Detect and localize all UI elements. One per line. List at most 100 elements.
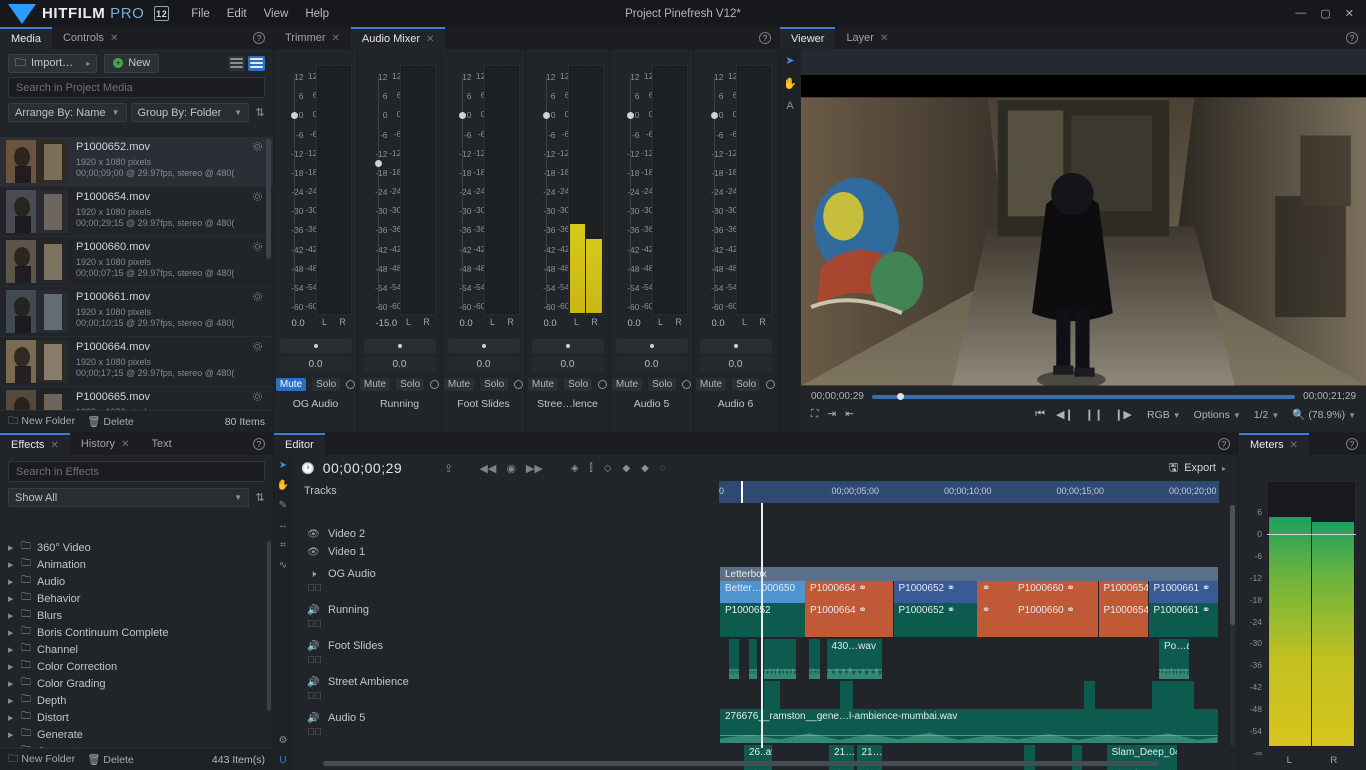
record-arm-icon[interactable] — [766, 380, 776, 389]
tab-controls[interactable]: Controls ✕ — [51, 27, 130, 49]
pause-icon[interactable]: ❙❙ — [1085, 408, 1103, 421]
effects-folder-row[interactable]: ▶ 🗀 Color Correction — [0, 658, 273, 675]
menu-view[interactable]: View — [264, 8, 289, 20]
scroll-thumb[interactable] — [1230, 505, 1235, 625]
timeline-clip[interactable]: P1000652 ⚭ — [893, 603, 977, 637]
timeline-ruler[interactable]: 0 00;00;05;00 00;00;10;00 00;00;15;00 00;00;… — [719, 481, 1219, 503]
tab-effects[interactable]: Effects ✕ — [0, 433, 70, 455]
rate-stretch-icon[interactable]: ∿ — [279, 560, 287, 571]
menu-file[interactable]: File — [191, 8, 210, 20]
pan-knob[interactable] — [481, 344, 486, 348]
channel-fader[interactable]: 12 6 0 -6 -12 -18 -24 -30 -36 -42 -48 -54 -60 — [280, 55, 306, 325]
fader-knob[interactable] — [626, 112, 634, 120]
channel-pan-value[interactable]: 0.0 — [699, 357, 772, 372]
mute-button[interactable]: Mute — [275, 378, 307, 391]
mark-in-icon[interactable]: ⇥ — [827, 408, 836, 421]
timeline-clip[interactable]: P1000664 ⚭ — [805, 603, 893, 637]
track-header[interactable]: 🔊 Foot Slides — [293, 637, 719, 655]
mute-button[interactable]: Mute — [527, 378, 559, 391]
timeline-clip[interactable]: P1000661 ⚭ — [1148, 603, 1218, 637]
channel-gain-value[interactable]: 0.0 — [460, 318, 473, 329]
tab-layer[interactable]: Layer ✕ — [835, 27, 900, 49]
keyframe-icon[interactable]: ◈ — [571, 463, 579, 474]
mark-out-icon[interactable]: ⇤ — [845, 408, 854, 421]
media-item[interactable]: P1000661.mov 1920 x 1080 pixels 00;00;10;1… — [0, 287, 273, 337]
tab-media[interactable]: Media — [0, 27, 52, 49]
arrange-by-select[interactable]: Arrange By: Name ▼ — [8, 103, 127, 122]
record-arm-icon[interactable] — [346, 380, 356, 389]
eye-icon[interactable]: 👁 — [307, 529, 320, 540]
fx-new-folder-button[interactable]: 🗀 New Folder — [8, 751, 75, 769]
fit-frame-icon[interactable]: ⛶ — [811, 408, 818, 421]
effects-folder-row[interactable]: ▶ 🗀 Depth — [0, 692, 273, 709]
timeline-clip[interactable]: P1000652 ⚭ — [893, 581, 977, 603]
list-view-button[interactable] — [228, 55, 245, 71]
new-folder-button[interactable]: 🗀 New Folder — [8, 413, 75, 431]
record-arm-icon[interactable] — [598, 380, 608, 389]
close-icon[interactable]: ✕ — [110, 33, 118, 44]
effects-folder-row[interactable]: ▶ 🗀 360° Video — [0, 539, 273, 556]
effects-folder-row[interactable]: ▶ 🗀 Boris Continuum Complete — [0, 624, 273, 641]
speaker-icon[interactable]: 🔊 — [307, 713, 319, 724]
gear-icon[interactable] — [252, 191, 263, 202]
timeline-track-lane[interactable]: P1000652 P1000664 ⚭ P1000652 ⚭ ⚭ P1000660 ⚭ P… — [719, 603, 1219, 637]
import-button[interactable]: 🗀 Import… ▸ — [8, 53, 98, 73]
chevron-right-icon[interactable]: ▶ — [8, 629, 15, 637]
go-start-icon[interactable]: ⏮ — [1035, 408, 1045, 421]
mixer-help[interactable]: ? — [759, 27, 779, 49]
gear-icon[interactable] — [252, 241, 263, 252]
fader-knob[interactable] — [710, 112, 718, 120]
record-icon[interactable]: ◉ — [506, 462, 516, 475]
effects-folder-row[interactable]: ▶ 🗀 Behavior — [0, 590, 273, 607]
media-item[interactable]: P1000664.mov 1920 x 1080 pixels 00;00;17;1… — [0, 337, 273, 387]
timeline-clip[interactable]: P1000664 ⚭ — [805, 581, 893, 603]
hand-tool-icon[interactable]: ✋ — [783, 77, 797, 90]
add-keyframe-icon[interactable]: ◇ — [604, 463, 612, 474]
chevron-right-icon[interactable]: ▶ — [8, 663, 15, 671]
timeline-clip[interactable]: P1000661 ⚭ — [1148, 581, 1218, 603]
track-keyframe-icon[interactable]: ⧫⃝ — [307, 583, 322, 594]
speaker-icon[interactable]: 🔊 — [307, 641, 319, 652]
new-button[interactable]: + New — [104, 53, 160, 73]
maximize-button[interactable]: ▢ — [1320, 7, 1330, 20]
mute-button[interactable]: Mute — [695, 378, 727, 391]
chevron-right-icon[interactable]: ▶ — [8, 561, 15, 569]
pan-knob[interactable] — [313, 344, 318, 348]
effects-folder-row[interactable]: ▶ 🗀 Color Grading — [0, 675, 273, 692]
media-list[interactable]: P1000652.mov 1920 x 1080 pixels 00;00;09;0… — [0, 137, 273, 410]
channel-pan-slider[interactable] — [279, 339, 352, 353]
track-header[interactable]: 👁 Video 2 — [293, 525, 719, 543]
close-icon[interactable]: ✕ — [332, 33, 340, 44]
channel-pan-value[interactable]: 0.0 — [615, 357, 688, 372]
timeline-track-lane[interactable]: Letterbox — [719, 567, 1219, 581]
step-back-icon[interactable]: ◀❙ — [1056, 408, 1074, 421]
track-header[interactable]: 🕨 OG Audio — [293, 565, 719, 583]
timeline-track-lane[interactable]: Better…000650 P1000664 ⚭ P1000652 ⚭ ⚭ P10006… — [719, 581, 1219, 603]
timeline-clip[interactable]: P1000654 ⚭ — [1098, 603, 1148, 637]
track-keyframe-icon[interactable]: ⧫⃝ — [307, 727, 322, 738]
mute-button[interactable]: Mute — [443, 378, 475, 391]
select-tool-icon[interactable]: ➤ — [785, 54, 794, 67]
close-icon[interactable]: ✕ — [121, 439, 129, 450]
timeline-clip[interactable]: P1000660 ⚭ — [1013, 603, 1098, 637]
slice-tool-icon[interactable]: ✎ — [279, 500, 287, 511]
zoom-select[interactable]: 🔍 (78.9%) ▼ — [1292, 408, 1356, 421]
fader-knob[interactable] — [374, 160, 382, 168]
record-arm-icon[interactable] — [514, 380, 524, 389]
track-keyframe-icon[interactable]: ⧫⃝ — [307, 655, 322, 666]
channel-pan-value[interactable]: 0.0 — [363, 357, 436, 372]
effects-sort-icon[interactable]: ⇅ — [253, 491, 267, 504]
close-icon[interactable]: ✕ — [880, 33, 888, 44]
menu-edit[interactable]: Edit — [227, 8, 247, 20]
marker-icon[interactable]: ⫿ — [590, 463, 593, 474]
timeline-clip[interactable] — [729, 639, 739, 679]
pan-knob[interactable] — [565, 344, 570, 348]
channel-pan-slider[interactable] — [363, 339, 436, 353]
timeline-clip[interactable] — [809, 639, 820, 679]
mute-button[interactable]: Mute — [359, 378, 391, 391]
fx-delete-button[interactable]: 🗑 Delete — [87, 753, 134, 766]
track-keyframe-icon[interactable]: ⧫⃝ — [307, 619, 322, 630]
channel-pan-value[interactable]: 0.0 — [447, 357, 520, 372]
close-icon[interactable]: ✕ — [50, 440, 58, 451]
mute-button[interactable]: Mute — [611, 378, 643, 391]
